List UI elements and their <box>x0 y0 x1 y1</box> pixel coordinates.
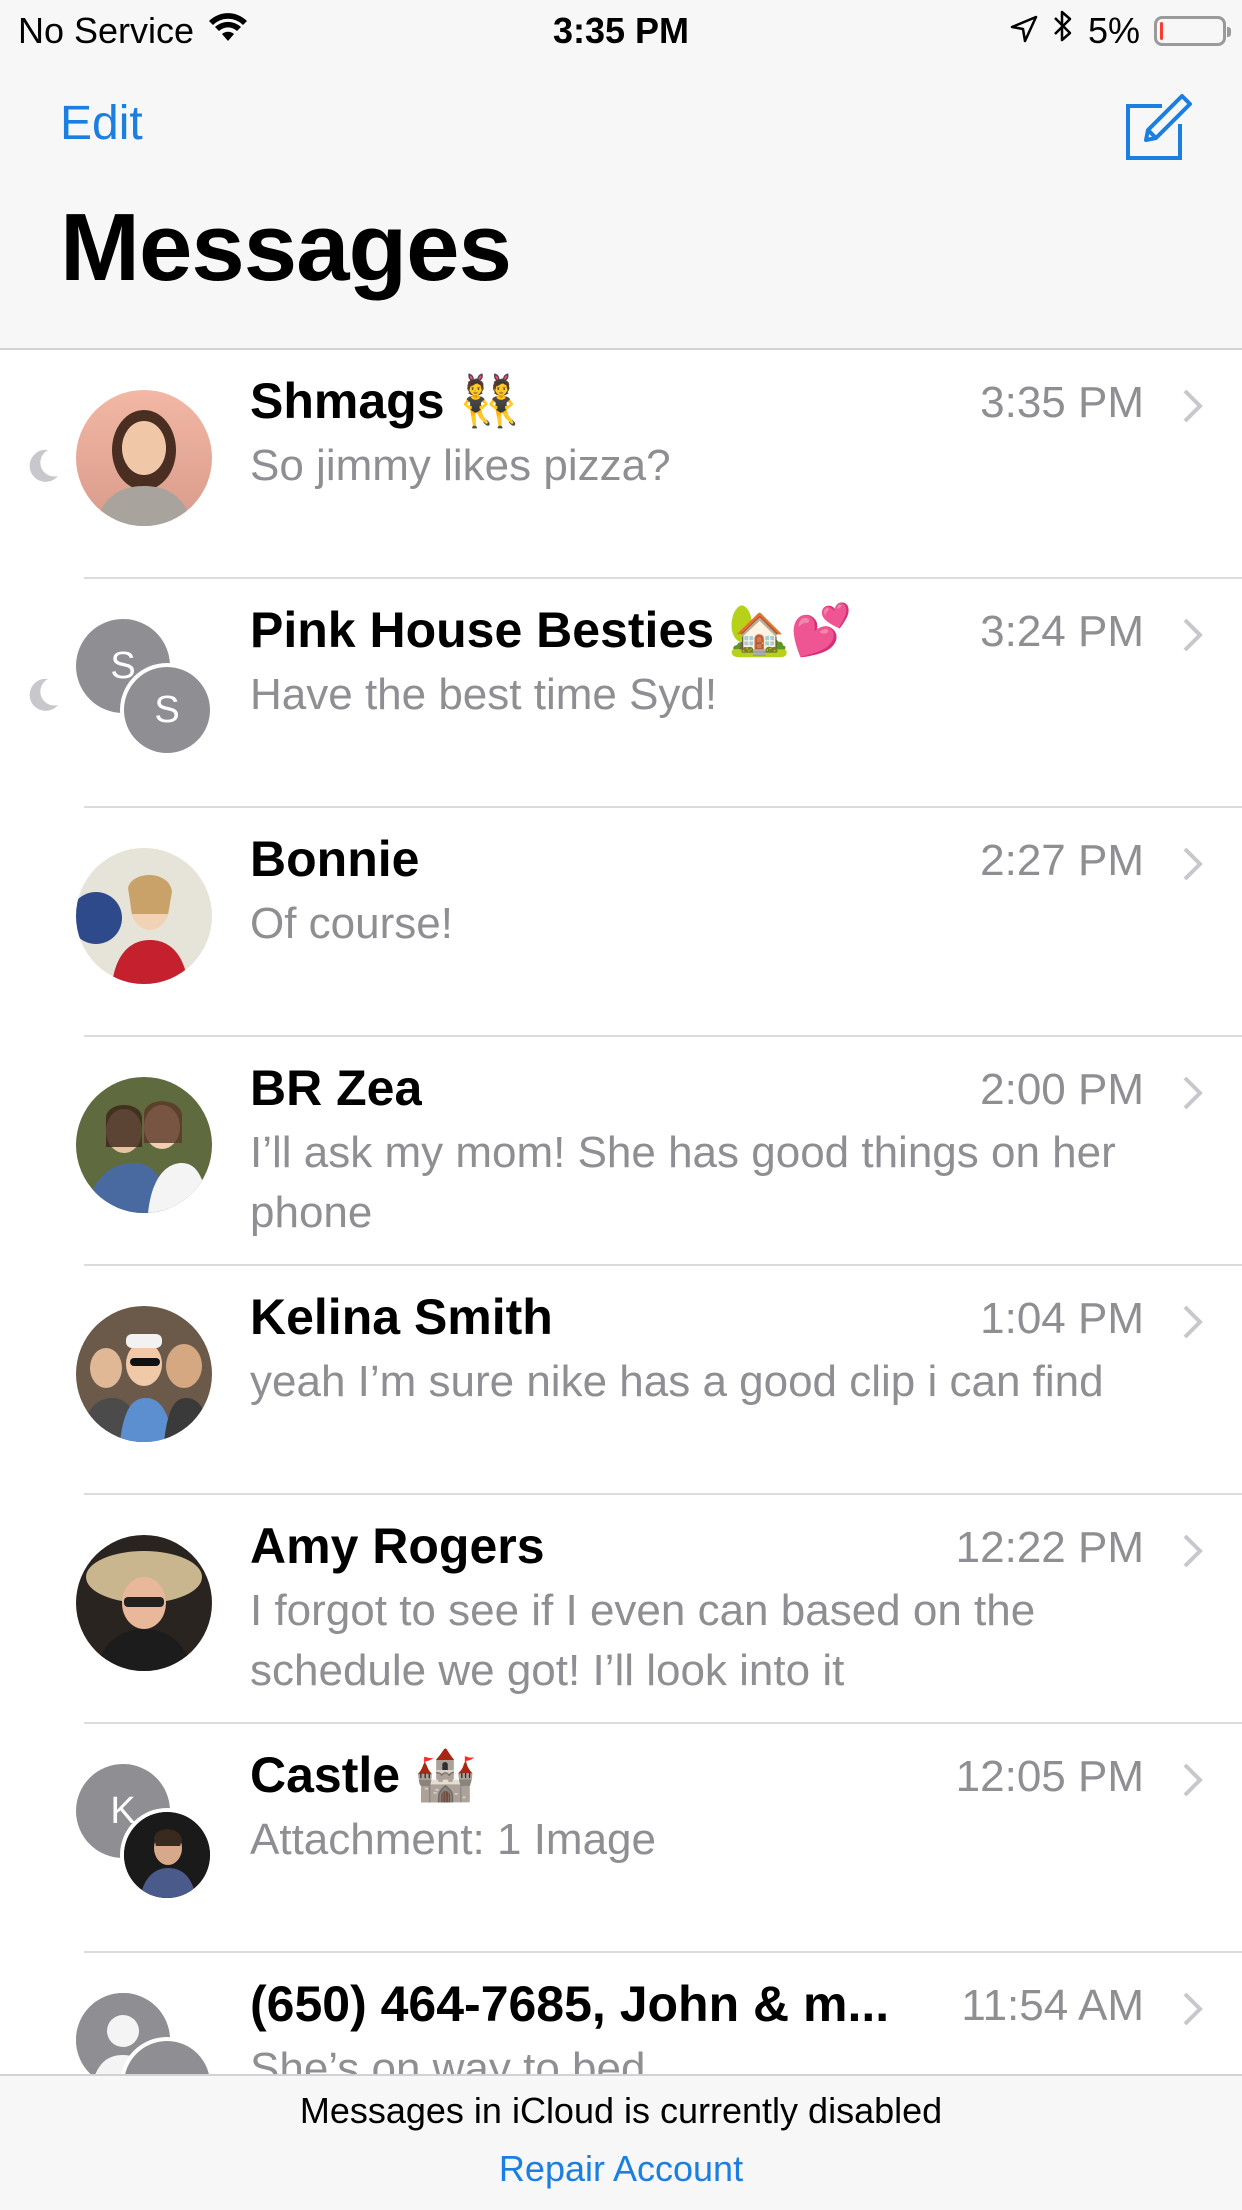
group-avatar: S S <box>76 619 214 757</box>
chevron-right-icon <box>1182 1304 1204 1340</box>
conversation-preview: I’ll ask my mom! She has good things on … <box>250 1128 1116 1237</box>
repair-account-link[interactable]: Repair Account <box>0 2148 1242 2190</box>
conversation-preview: So jimmy likes pizza? <box>250 441 671 490</box>
conversation-row[interactable]: K Castle 🏰 12:05 PM Attachment: 1 Image <box>0 1724 1242 1953</box>
conversation-name: (650) 464-7685, John & m... <box>250 1976 890 2032</box>
conversation-list: Shmags 👯 3:35 PM So jimmy likes pizza? S… <box>0 350 1242 2182</box>
conversation-preview: Of course! <box>250 899 453 948</box>
status-right: 5% <box>1010 0 1231 62</box>
conversation-row[interactable]: Shmags 👯 3:35 PM So jimmy likes pizza? <box>0 350 1242 579</box>
status-bar: No Service 3:35 PM 5% <box>0 0 1242 62</box>
conversation-row[interactable]: Kelina Smith 1:04 PM yeah I’m sure nike … <box>0 1266 1242 1495</box>
avatar <box>76 848 214 986</box>
conversation-time: 12:22 PM <box>955 1523 1144 1572</box>
chevron-right-icon <box>1182 1075 1204 1111</box>
conversation-row[interactable]: Bonnie 2:27 PM Of course! <box>0 808 1242 1037</box>
conversation-time: 12:05 PM <box>955 1752 1144 1801</box>
conversation-time: 2:00 PM <box>980 1065 1144 1114</box>
conversation-time: 3:35 PM <box>980 378 1144 427</box>
avatar-photo <box>120 1808 214 1902</box>
moon-icon <box>22 675 62 715</box>
conversation-time: 2:27 PM <box>980 836 1144 885</box>
conversation-time: 3:24 PM <box>980 607 1144 656</box>
group-avatar: K <box>76 1764 214 1902</box>
conversation-name: Castle 🏰 <box>250 1747 477 1803</box>
conversation-name: Bonnie <box>250 831 420 887</box>
avatar-photo <box>76 1306 212 1442</box>
battery-icon <box>1154 16 1231 46</box>
conversation-name: Shmags 👯 <box>250 373 521 429</box>
moon-icon <box>22 446 62 486</box>
conversation-name: Pink House Besties 🏡💕 <box>250 602 853 658</box>
chevron-right-icon <box>1182 1762 1204 1798</box>
conversation-name: BR Zea <box>250 1060 423 1116</box>
avatar-photo <box>76 1535 212 1671</box>
conversation-name: Amy Rogers <box>250 1518 545 1574</box>
battery-percent: 5% <box>1087 10 1140 51</box>
compose-icon[interactable] <box>1118 88 1198 168</box>
chevron-right-icon <box>1182 617 1204 653</box>
edit-button[interactable]: Edit <box>60 96 143 151</box>
avatar-photo <box>76 848 212 984</box>
conversation-name: Kelina Smith <box>250 1289 553 1345</box>
avatar <box>76 1306 214 1444</box>
conversation-time: 11:54 AM <box>961 1981 1144 2030</box>
battery-level <box>1160 22 1163 40</box>
chevron-right-icon <box>1182 1991 1204 2027</box>
conversation-row[interactable]: S S Pink House Besties 🏡💕 3:24 PM Have t… <box>0 579 1242 808</box>
chevron-right-icon <box>1182 388 1204 424</box>
chevron-right-icon <box>1182 846 1204 882</box>
location-icon <box>1010 0 1038 62</box>
banner-message: Messages in iCloud is currently disabled <box>299 2090 943 2131</box>
conversation-row[interactable]: Amy Rogers 12:22 PM I forgot to see if I… <box>0 1495 1242 1724</box>
avatar-photo <box>76 390 212 526</box>
conversation-preview: Attachment: 1 Image <box>250 1815 656 1864</box>
avatar-initial: S <box>120 663 214 757</box>
bluetooth-icon <box>1052 0 1074 62</box>
conversation-preview: yeah I’m sure nike has a good clip i can… <box>250 1357 1104 1406</box>
chevron-right-icon <box>1182 1533 1204 1569</box>
conversation-preview: Have the best time Syd! <box>250 670 718 719</box>
conversation-row[interactable]: BR Zea 2:00 PM I’ll ask my mom! She has … <box>0 1037 1242 1266</box>
conversation-time: 1:04 PM <box>980 1294 1144 1343</box>
avatar <box>76 1535 214 1673</box>
page-title: Messages <box>60 194 512 301</box>
conversation-preview: I forgot to see if I even can based on t… <box>250 1586 1036 1695</box>
avatar <box>76 390 214 528</box>
avatar-photo <box>76 1077 212 1213</box>
avatar <box>76 1077 214 1215</box>
icloud-banner: Messages in iCloud is currently disabled… <box>0 2074 1242 2210</box>
